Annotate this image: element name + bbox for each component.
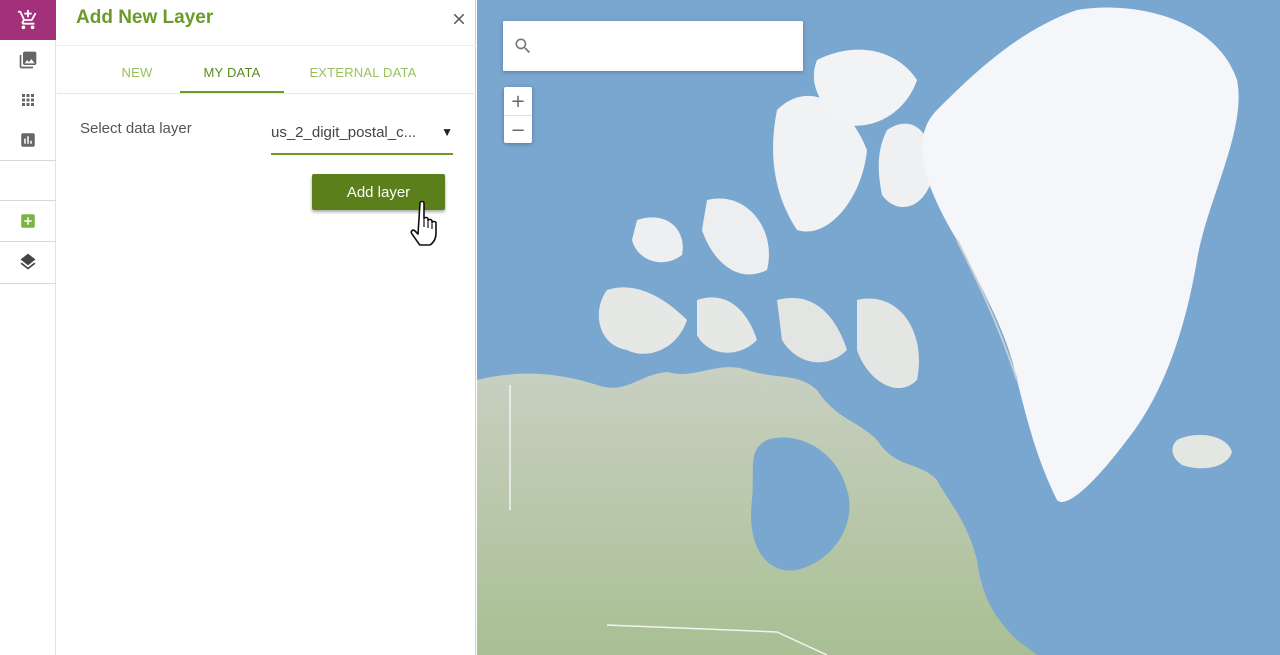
rail-divider [0,160,56,161]
basemap [477,0,1280,655]
tab-my-data[interactable]: MY DATA [180,50,284,94]
add-to-cart-button[interactable] [0,0,56,40]
charts-button[interactable] [0,120,56,160]
add-layer-rail-button[interactable] [0,201,56,241]
tab-external-data[interactable]: EXTERNAL DATA [297,50,429,94]
data-layer-select-value: us_2_digit_postal_c... [271,124,417,141]
bar-chart-icon [21,133,35,147]
add-layer-panel: Add New Layer NEW MY DATA EXTERNAL DATA … [57,0,476,655]
data-layer-select[interactable]: us_2_digit_postal_c... ▼ [271,118,453,155]
gallery-button[interactable] [0,40,56,80]
map-search-box [503,21,803,71]
tabs-divider [57,93,476,94]
hand-pointer-cursor-icon [410,200,437,246]
search-icon [515,38,531,54]
map-search-input[interactable] [543,21,798,71]
apps-button[interactable] [0,80,56,120]
zoom-out-button[interactable]: − [504,116,532,144]
panel-title: Add New Layer [76,7,214,28]
layers-button[interactable] [0,242,56,282]
layers-icon [20,253,36,270]
apps-grid-icon [22,94,34,106]
zoom-in-button[interactable]: + [504,87,532,115]
tab-new[interactable]: NEW [107,50,167,94]
select-data-layer-label: Select data layer [80,120,192,137]
add-to-cart-icon [17,9,37,30]
zoom-control: + − [504,87,532,143]
map-view[interactable]: + − [477,0,1280,655]
close-button[interactable] [450,10,468,28]
dropdown-arrow-icon: ▼ [441,125,453,139]
close-icon [453,13,465,25]
header-divider [57,45,476,46]
icon-rail [0,0,56,655]
rail-divider [0,283,56,284]
add-box-icon [21,214,35,228]
image-gallery-icon [19,51,37,69]
